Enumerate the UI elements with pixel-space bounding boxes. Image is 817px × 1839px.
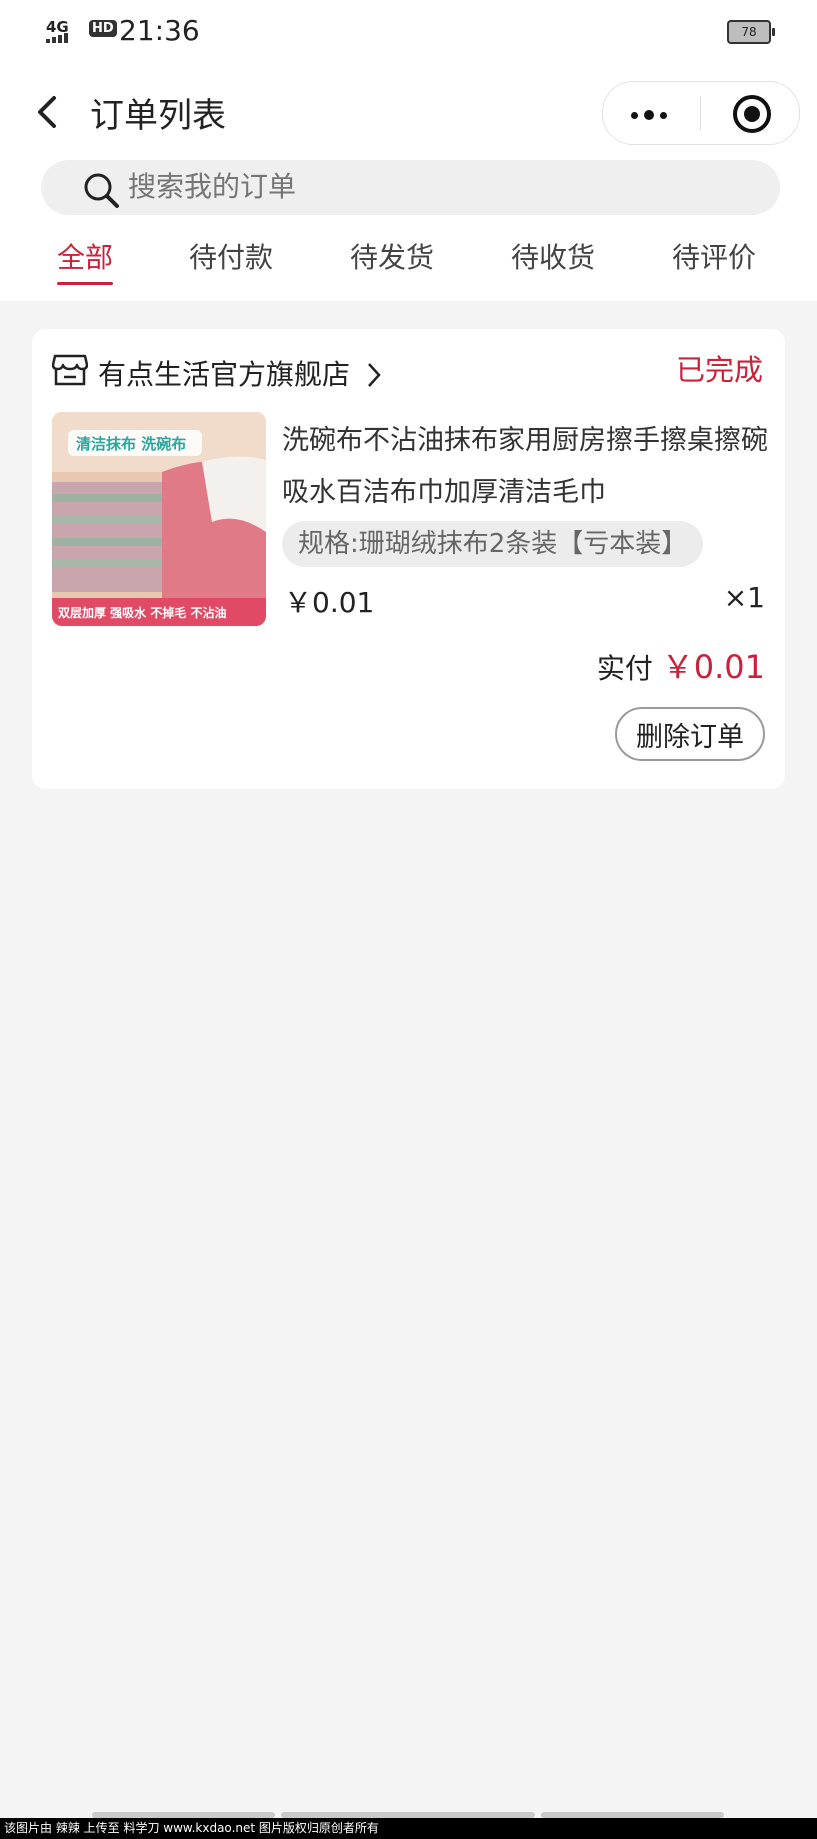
unit-price: ￥0.01 [284, 586, 375, 619]
chevron-right-icon[interactable] [366, 362, 382, 388]
tab-label: 待发货 [350, 241, 435, 274]
tab-pending-payment[interactable]: 待付款 [189, 236, 273, 276]
product-title[interactable]: 洗碗布不沾油抹布家用厨房擦手擦桌擦碗吸水百洁布巾加厚清洁毛巾 [282, 415, 777, 519]
status-bar: 4G HD 21:36 78 [0, 0, 817, 62]
search-icon [84, 173, 119, 208]
thumb-caption: 双层加厚 强吸水 不掉毛 不沾油 [58, 605, 227, 620]
more-icon[interactable] [631, 110, 667, 120]
shop-icon [52, 354, 88, 386]
order-status: 已完成 [675, 353, 763, 387]
tab-label: 待收货 [511, 241, 596, 274]
paid-amount: ￥0.01 [661, 648, 765, 686]
tab-pending-receipt[interactable]: 待收货 [511, 236, 595, 276]
active-tab-indicator [57, 282, 114, 285]
signal-icon [46, 33, 68, 43]
quantity: ×1 [723, 581, 765, 614]
shop-name[interactable]: 有点生活官方旗舰店 [98, 353, 350, 393]
order-tabs: 全部 待付款 待发货 待收货 待评价 [0, 236, 817, 286]
close-target-icon[interactable] [733, 95, 771, 133]
thumb-tag: 清洁抹布 洗碗布 [76, 435, 186, 453]
tab-label: 待评价 [672, 241, 757, 274]
tab-label: 待付款 [189, 241, 274, 274]
search-input[interactable] [128, 170, 728, 203]
product-spec: 规格:珊瑚绒抹布2条装【亏本装】 [282, 521, 704, 567]
capsule-divider [700, 96, 701, 130]
header-area: 4G HD 21:36 78 订单列表 全部 待付款 待发货 [0, 0, 817, 301]
back-arrow-icon[interactable] [30, 92, 70, 132]
status-time: 21:36 [119, 14, 200, 47]
order-card[interactable]: 有点生活官方旗舰店 已完成 清洁抹布 洗碗布 双层加厚 强吸水 不掉毛 不沾油 … [32, 329, 785, 789]
delete-order-button[interactable]: 删除订单 [615, 707, 765, 761]
page-title: 订单列表 [90, 96, 226, 136]
paid-summary: 实付 ￥0.01 [597, 642, 765, 688]
tab-pending-shipment[interactable]: 待发货 [350, 236, 434, 276]
watermark: 该图片由 辣辣 上传至 料学刀 www.kxdao.net 图片版权归原创者所有 [0, 1818, 817, 1839]
tab-all[interactable]: 全部 [57, 236, 114, 285]
battery-icon: 78 [727, 20, 775, 44]
hd-badge: HD [89, 20, 117, 37]
paid-label: 实付 [596, 652, 653, 685]
search-bar[interactable] [41, 160, 780, 215]
tab-pending-review[interactable]: 待评价 [672, 236, 756, 276]
product-thumbnail[interactable]: 清洁抹布 洗碗布 双层加厚 强吸水 不掉毛 不沾油 [52, 412, 266, 626]
tab-label: 全部 [57, 241, 114, 274]
mini-program-capsule [602, 81, 800, 145]
